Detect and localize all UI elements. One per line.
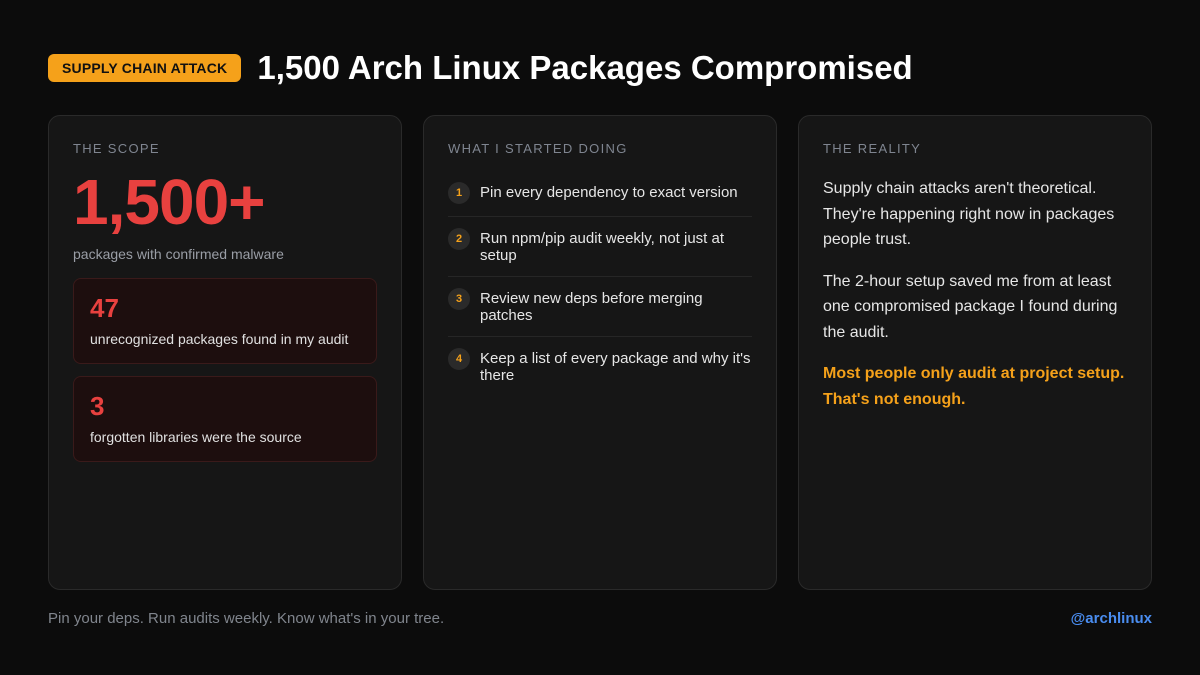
scope-card-label: THE SCOPE [73, 141, 160, 156]
stat-box-unrecognized: 47 unrecognized packages found in my aud… [73, 278, 377, 364]
scope-card: THE SCOPE 1,500+ packages with confirmed… [48, 115, 402, 590]
reality-card-label: THE REALITY [823, 141, 922, 156]
list-item: 1 Pin every dependency to exact version [448, 182, 752, 217]
page-title: 1,500 Arch Linux Packages Compromised [257, 49, 913, 86]
stat-caption: unrecognized packages found in my audit [90, 331, 349, 347]
footer-handle[interactable]: @archlinux [1071, 610, 1152, 627]
step-number: 3 [448, 288, 470, 310]
footer-tagline: Pin your deps. Run audits weekly. Know w… [48, 610, 445, 627]
reality-paragraph: The 2-hour setup saved me from at least … [823, 272, 1118, 341]
steps-card: WHAT I STARTED DOING 1 Pin every depende… [423, 115, 777, 590]
steps-list: 1 Pin every dependency to exact version … [448, 182, 752, 396]
scope-big-caption: packages with confirmed malware [73, 246, 284, 262]
header: SUPPLY CHAIN ATTACK 1,500 Arch Linux Pac… [48, 48, 913, 88]
list-item: 4 Keep a list of every package and why i… [448, 348, 752, 396]
reality-card: THE REALITY Supply chain attacks aren't … [798, 115, 1152, 590]
list-item: 2 Run npm/pip audit weekly, not just at … [448, 228, 752, 277]
category-badge: SUPPLY CHAIN ATTACK [48, 54, 242, 82]
step-text: Run npm/pip audit weekly, not just at se… [480, 230, 725, 264]
stat-box-forgotten: 3 forgotten libraries were the source [73, 376, 377, 462]
reality-highlight: Most people only audit at project setup.… [823, 365, 1125, 408]
step-number: 4 [448, 348, 470, 370]
step-number: 1 [448, 182, 470, 204]
step-text: Pin every dependency to exact version [480, 184, 738, 201]
stat-value: 47 [90, 293, 119, 323]
cards-row: THE SCOPE 1,500+ packages with confirmed… [48, 115, 1152, 590]
scope-big-number: 1,500+ [73, 166, 266, 238]
stat-value: 3 [90, 391, 105, 421]
steps-card-label: WHAT I STARTED DOING [448, 141, 628, 156]
reality-paragraph: Supply chain attacks aren't theoretical.… [823, 180, 1115, 248]
step-text: Review new deps before merging patches [480, 290, 703, 324]
stat-caption: forgotten libraries were the source [90, 429, 302, 445]
list-item: 3 Review new deps before merging patches [448, 288, 752, 337]
step-number: 2 [448, 228, 470, 250]
step-text: Keep a list of every package and why it'… [480, 350, 751, 384]
